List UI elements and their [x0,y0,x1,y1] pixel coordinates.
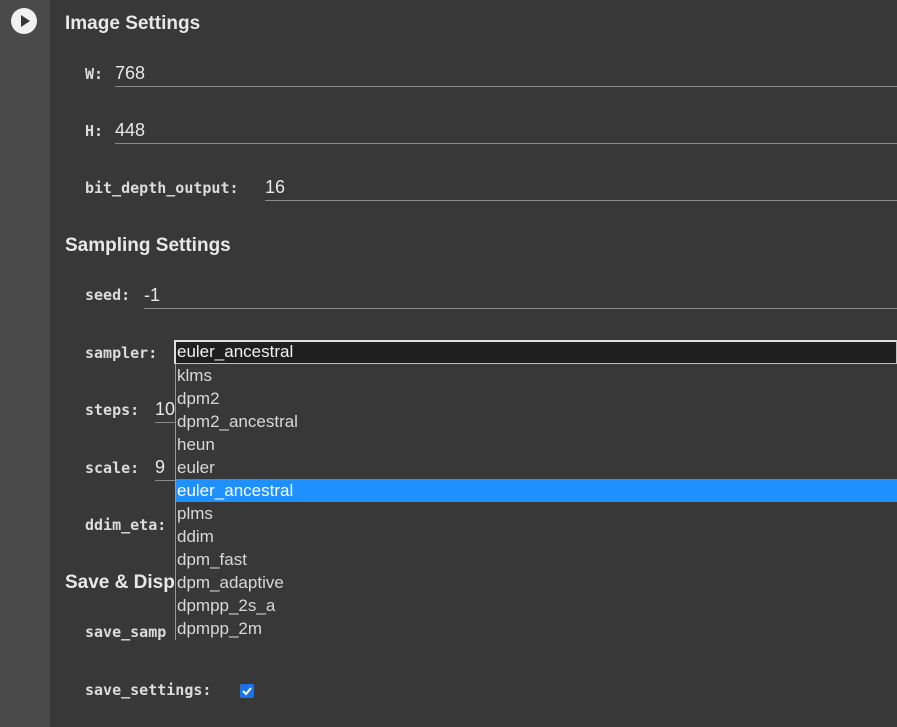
sampler-option[interactable]: plms [176,502,897,525]
sampler-option[interactable]: heun [176,433,897,456]
form-area: Image Settings W: H: bit_depth_output: S… [50,0,897,727]
sampler-option[interactable]: klms [176,364,897,387]
field-label-scale: scale: [85,459,140,477]
sampler-option[interactable]: ddim [176,525,897,548]
sampler-option[interactable]: dpm2_ancestral [176,410,897,433]
sampler-option[interactable]: euler_ancestral [176,479,897,502]
sampler-option[interactable]: dpm_fast [176,548,897,571]
field-label-save-settings: save_settings: [85,681,212,699]
save-settings-checkbox[interactable] [240,684,254,698]
w-input[interactable] [115,61,897,87]
play-icon [21,15,30,27]
section-title-sampling-settings: Sampling Settings [65,235,231,256]
field-label-save-samples: save_samp [85,623,167,641]
field-label-h: H: [85,122,104,140]
sampler-option[interactable]: dpm2 [176,387,897,410]
sampler-option[interactable]: euler [176,456,897,479]
h-input[interactable] [115,118,897,144]
sampler-select[interactable]: euler_ancestral [174,340,897,364]
sampler-option[interactable]: dpm_adaptive [176,571,897,594]
bit-depth-output-input[interactable] [265,175,897,201]
section-title-save-display: Save & Displ [65,572,181,593]
field-label-steps: steps: [85,401,140,419]
field-label-w: W: [85,65,104,83]
run-cell-button[interactable] [11,8,37,34]
checkmark-icon [242,687,252,696]
section-title-image-settings: Image Settings [65,13,201,34]
field-label-sampler: sampler: [85,344,158,362]
field-label-ddim-eta: ddim_eta: [85,516,167,534]
seed-input[interactable] [144,283,897,309]
field-label-bit-depth-output: bit_depth_output: [85,179,239,197]
cell-gutter [0,0,50,727]
field-label-seed: seed: [85,286,131,304]
sampler-dropdown-list: klms dpm2 dpm2_ancestral heun euler euler_anc… [175,364,897,640]
sampler-option[interactable]: dpmpp_2s_a [176,594,897,617]
sampler-option[interactable]: dpmpp_2m [176,617,897,640]
